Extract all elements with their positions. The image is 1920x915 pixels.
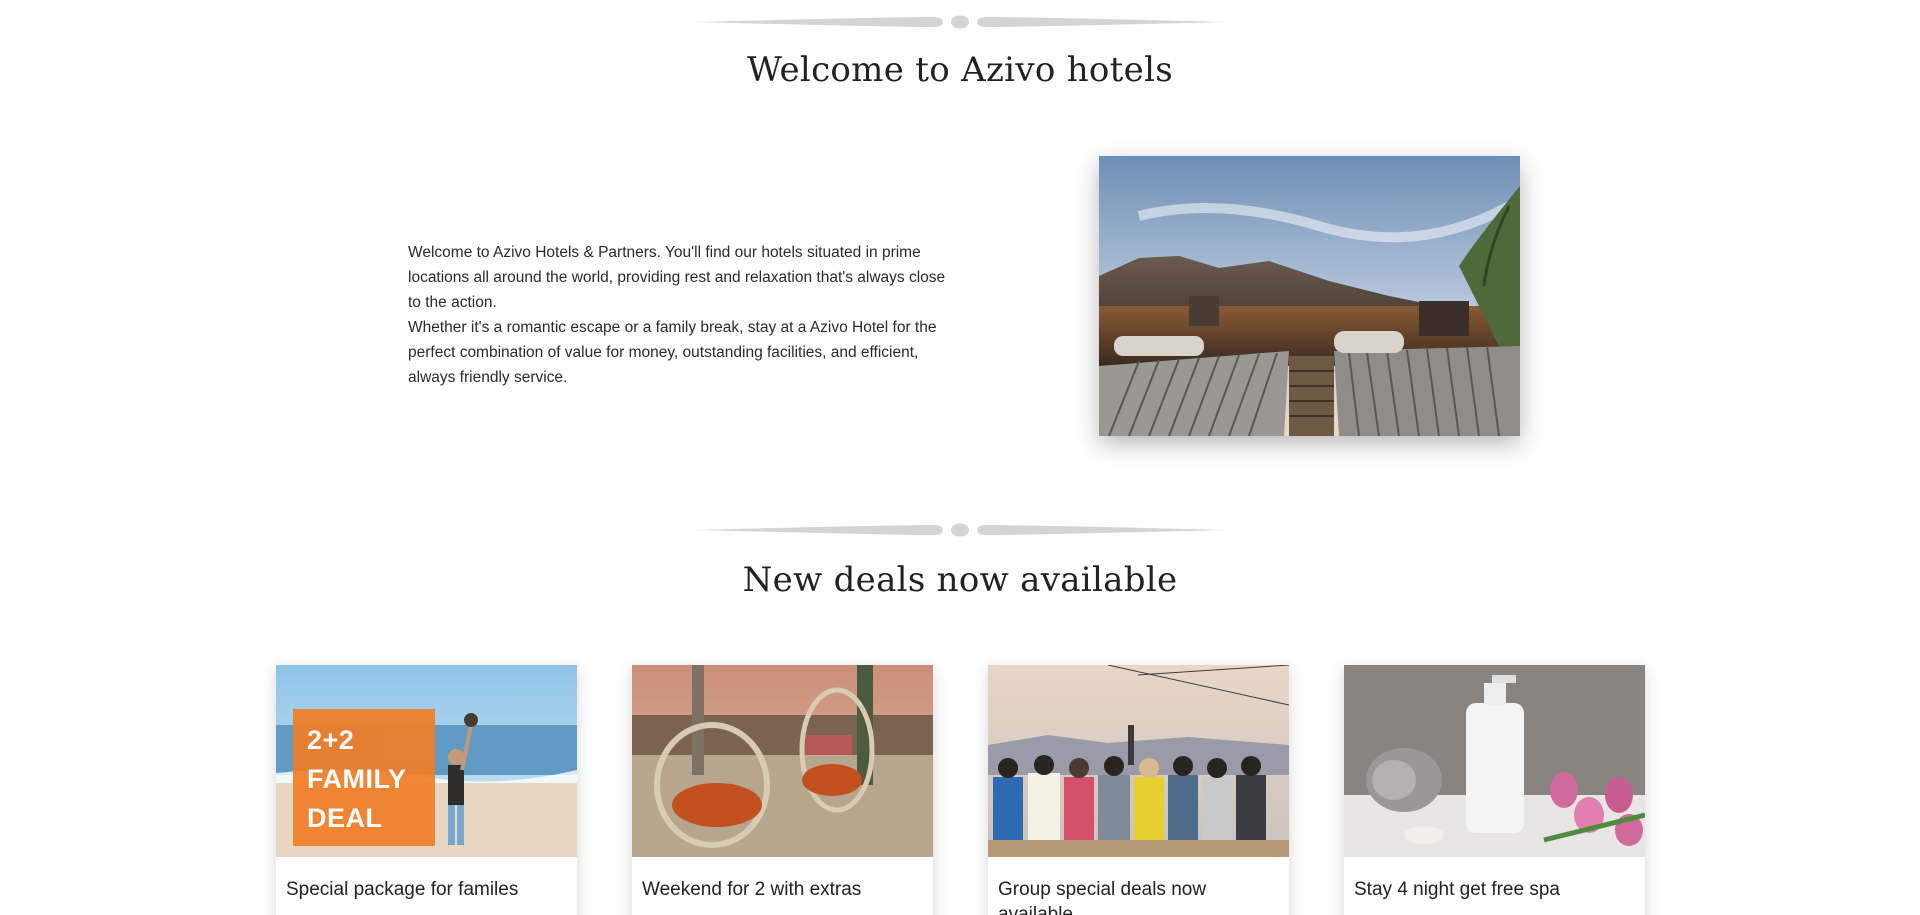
welcome-paragraph-2: Whether it's a romantic escape or a fami… bbox=[408, 319, 937, 386]
spa-products-photo bbox=[1344, 665, 1645, 857]
group-friends-photo bbox=[988, 665, 1289, 857]
family-deal-badge: 2+2 FAMILY DEAL bbox=[293, 709, 435, 846]
deal-card-weekend[interactable]: Weekend for 2 with extras bbox=[632, 665, 933, 915]
badge-line: DEAL bbox=[307, 803, 383, 833]
hotel-terrace-photo bbox=[1099, 156, 1520, 436]
welcome-paragraph-1: Welcome to Azivo Hotels & Partners. You'… bbox=[408, 244, 946, 311]
badge-line: FAMILY bbox=[307, 764, 407, 794]
deal-card-group[interactable]: Group special deals now available bbox=[988, 665, 1289, 915]
welcome-description: Welcome to Azivo Hotels & Partners. You'… bbox=[408, 240, 948, 390]
deal-caption[interactable]: Stay 4 night get free spa bbox=[1344, 857, 1645, 902]
welcome-title: Welcome to Azivo hotels bbox=[747, 50, 1173, 90]
ornamental-divider bbox=[695, 523, 1225, 537]
deal-caption[interactable]: Special package for familes bbox=[276, 857, 577, 902]
page: Welcome to Azivo hotels Welcome to Azivo… bbox=[0, 0, 1920, 915]
hanging-chairs-photo bbox=[632, 665, 933, 857]
deal-caption[interactable]: Group special deals now available bbox=[988, 857, 1289, 915]
badge-line: 2+2 bbox=[307, 725, 355, 755]
deal-card-family[interactable]: 2+2 FAMILY DEAL Special package for fami… bbox=[276, 665, 577, 915]
deal-card-spa[interactable]: Stay 4 night get free spa bbox=[1344, 665, 1645, 915]
deals-title: New deals now available bbox=[742, 560, 1178, 600]
deal-caption[interactable]: Weekend for 2 with extras bbox=[632, 857, 933, 902]
ornamental-divider bbox=[695, 15, 1225, 29]
